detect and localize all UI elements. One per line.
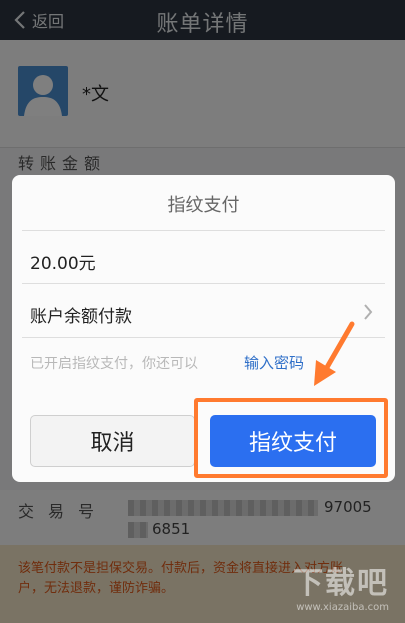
fingerprint-hint: 已开启指纹支付，你还可以 <box>30 356 198 372</box>
payment-method[interactable]: 账户余额付款 <box>30 302 132 327</box>
watermark-url: www.xiazaiba.com <box>296 602 389 613</box>
dialog-title: 指纹支付 <box>167 195 240 216</box>
annotation-arrow-icon <box>314 321 355 386</box>
chevron-right-icon[interactable] <box>363 303 373 321</box>
payment-amount: 20.00元 <box>30 254 96 274</box>
enter-password-link[interactable]: 输入密码 <box>244 352 304 373</box>
watermark: 下载吧 www.xiazaiba.com <box>293 558 389 613</box>
divider <box>22 283 385 284</box>
divider <box>22 230 385 231</box>
cancel-button[interactable]: 取消 <box>30 415 195 467</box>
annotation-highlight-box <box>194 398 388 478</box>
watermark-logo: 下载吧 <box>293 566 389 601</box>
